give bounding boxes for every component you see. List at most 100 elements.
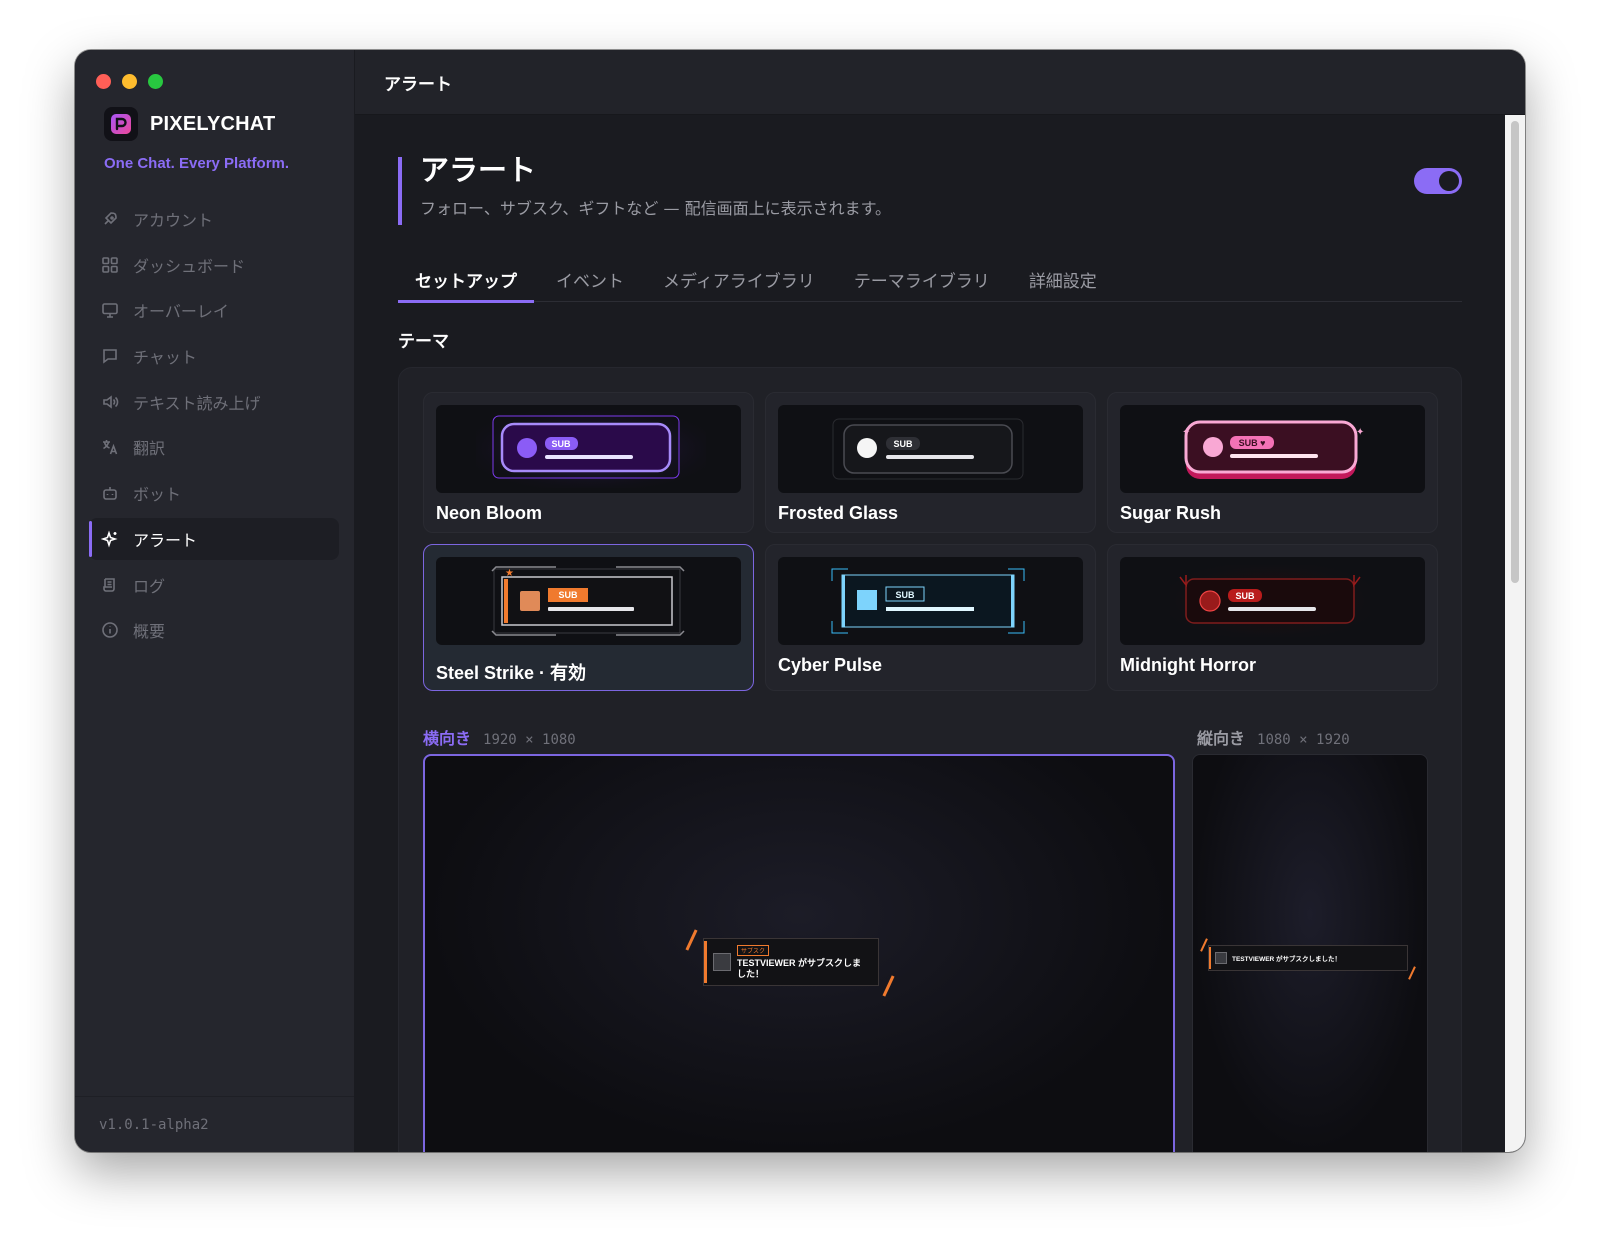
sidebar-item-label: チャット [133, 348, 197, 368]
theme-card-neon-bloom[interactable]: SUB Neon Bloom [423, 392, 754, 533]
alerts-enabled-toggle[interactable] [1414, 168, 1462, 194]
sidebar-item-logs[interactable]: ログ [89, 564, 339, 606]
sidebar-item-label: ログ [133, 576, 166, 596]
portrait-label[interactable]: 縦向き 1080 × 1920 [1197, 725, 1350, 749]
theme-card-midnight-horror[interactable]: SUB Midnight Horror [1107, 544, 1438, 691]
theme-section-label: テーマ [398, 332, 449, 352]
page-subtitle: フォロー、サブスク、ギフトなど — 配信画面上に表示されます。 [420, 199, 891, 218]
sidebar-item-label: 概要 [133, 622, 166, 642]
alert-text: TESTVIEWER がサブスクしました！ [737, 957, 862, 979]
maximize-window-button[interactable] [148, 74, 163, 89]
tab-bar: セットアップ イベント メディアライブラリ テーマライブラリ 詳細設定 [398, 256, 1462, 303]
svg-text:SUB: SUB [893, 439, 913, 449]
main-area: アラート アラート フォロー、サブスク、ギフトなど — 配信画面上に表示されます… [355, 50, 1525, 1152]
sugar-rush-preview-icon: SUB ♥ ✦ ✦ [1182, 420, 1364, 479]
preview-labels: 横向き 1920 × 1080 縦向き 1080 × 1920 [423, 725, 1437, 749]
tab-theme-library[interactable]: テーマライブラリ [837, 256, 1007, 302]
sidebar-item-label: アラート [133, 530, 198, 550]
landscape-label-text: 横向き [423, 729, 472, 748]
sidebar-item-label: 翻訳 [133, 439, 166, 459]
scrollbar-thumb[interactable] [1511, 121, 1519, 583]
app-tagline: One Chat. Every Platform. [104, 155, 290, 172]
tab-media-library[interactable]: メディアライブラリ [646, 256, 832, 302]
landscape-preview[interactable]: サブスク TESTVIEWER がサブスクしました！ [423, 754, 1175, 1152]
sidebar-item-label: ボット [133, 485, 182, 505]
landscape-label[interactable]: 横向き 1920 × 1080 [423, 725, 576, 749]
avatar-icon [713, 953, 731, 971]
slash-accent-icon [685, 929, 698, 951]
neon-bloom-preview-icon: SUB [476, 410, 706, 488]
window-controls [96, 74, 163, 89]
sidebar: PIXELYCHAT One Chat. Every Platform. アカウ… [75, 50, 355, 1152]
sidebar-item-label: ダッシュボード [133, 256, 246, 276]
theme-thumbnail: SUB ♥ ✦ ✦ [1120, 405, 1425, 493]
sidebar-item-overlay[interactable]: オーバーレイ [89, 289, 339, 331]
svg-text:SUB: SUB [551, 439, 571, 449]
theme-name: Cyber Pulse [778, 655, 883, 675]
portrait-preview[interactable]: TESTVIEWER がサブスクしました！ [1192, 754, 1428, 1152]
sidebar-item-chat[interactable]: チャット [89, 335, 339, 377]
sidebar-item-account[interactable]: アカウント [89, 198, 339, 240]
svg-text:✦: ✦ [1356, 427, 1364, 438]
app-name: PIXELYCHAT [150, 112, 276, 135]
topbar-title: アラート [355, 50, 1525, 115]
alert-tag: サブスク [737, 944, 770, 956]
svg-text:★: ★ [505, 568, 514, 579]
toggle-knob [1439, 171, 1459, 191]
app-version: v1.0.1-alpha2 [75, 1096, 354, 1152]
tab-events[interactable]: イベント [539, 256, 641, 302]
sidebar-item-label: テキスト読み上げ [133, 393, 261, 413]
page-title: アラート [420, 153, 537, 187]
tab-advanced-settings[interactable]: 詳細設定 [1012, 256, 1114, 302]
alert-text: TESTVIEWER がサブスクしました！ [1232, 956, 1342, 963]
grid-icon [102, 256, 118, 273]
tab-setup[interactable]: セットアップ [398, 256, 534, 303]
theme-thumbnail: SUB [778, 405, 1083, 493]
theme-card-frosted-glass[interactable]: SUB Frosted Glass [765, 392, 1096, 533]
svg-text:SUB: SUB [1235, 591, 1255, 601]
info-icon [102, 622, 118, 638]
midnight-horror-preview-icon: SUB [1170, 565, 1370, 637]
monitor-icon [102, 303, 118, 319]
sidebar-item-dashboard[interactable]: ダッシュボード [89, 244, 339, 286]
chat-bubble-icon [103, 349, 117, 364]
theme-thumbnail: SUB [1120, 557, 1425, 645]
sidebar-item-label: アカウント [133, 211, 214, 230]
alert-preview-landscape: サブスク TESTVIEWER がサブスクしました！ [685, 929, 895, 997]
minimize-window-button[interactable] [122, 74, 137, 89]
slash-accent-icon [882, 975, 895, 997]
svg-text:SUB: SUB [558, 590, 578, 600]
portrait-label-text: 縦向き [1197, 729, 1246, 748]
sidebar-item-about[interactable]: 概要 [89, 609, 339, 651]
sidebar-item-bot[interactable]: ボット [89, 472, 339, 514]
theme-thumbnail: SUB ★ [436, 557, 741, 645]
theme-thumbnail: SUB [436, 405, 741, 493]
svg-text:✦: ✦ [1182, 427, 1190, 438]
close-window-button[interactable] [96, 74, 111, 89]
theme-card-sugar-rush[interactable]: SUB ♥ ✦ ✦ Sugar Rush [1107, 392, 1438, 533]
steel-strike-preview-icon: SUB ★ [491, 566, 685, 636]
frosted-glass-preview-icon: SUB [832, 418, 1024, 480]
svg-text:SUB ♥: SUB ♥ [1239, 438, 1266, 448]
scroll-icon [103, 577, 115, 592]
app-window: PIXELYCHAT One Chat. Every Platform. アカウ… [75, 50, 1525, 1152]
sidebar-item-translate[interactable]: 翻訳 [89, 426, 339, 468]
portrait-dims: 1080 × 1920 [1257, 732, 1350, 748]
slash-accent-icon [1200, 938, 1208, 952]
theme-grid: SUB Neon Bloom SUB Frosted Glass SUB ♥ ✦… [423, 392, 1438, 691]
theme-card-cyber-pulse[interactable]: SUB Cyber Pulse [765, 544, 1096, 691]
cyber-pulse-preview-icon: SUB [831, 568, 1025, 634]
sidebar-item-tts[interactable]: テキスト読み上げ [89, 381, 339, 423]
theme-panel: SUB Neon Bloom SUB Frosted Glass SUB ♥ ✦… [398, 367, 1462, 1152]
theme-thumbnail: SUB [778, 557, 1083, 645]
theme-name: Steel Strike · 有効 [436, 663, 587, 683]
theme-card-steel-strike[interactable]: SUB ★ Steel Strike · 有効 [423, 544, 754, 691]
brand: PIXELYCHAT [104, 107, 275, 141]
vertical-scrollbar[interactable] [1505, 115, 1525, 1152]
avatar-icon [1215, 952, 1227, 964]
bot-icon [103, 487, 117, 500]
page-header: アラート フォロー、サブスク、ギフトなど — 配信画面上に表示されます。 [398, 153, 891, 225]
sidebar-item-label: オーバーレイ [133, 302, 229, 322]
theme-name: Neon Bloom [436, 503, 542, 523]
sidebar-item-alerts[interactable]: アラート [89, 517, 339, 560]
